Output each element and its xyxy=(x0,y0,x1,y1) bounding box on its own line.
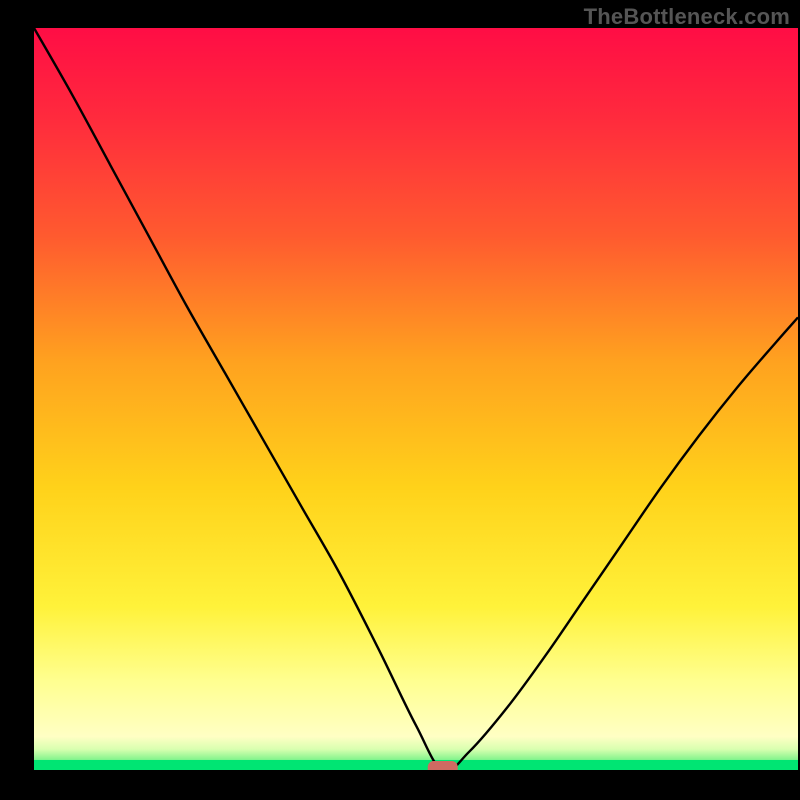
green-band xyxy=(34,760,798,770)
plot-background xyxy=(34,28,798,770)
attribution-text: TheBottleneck.com xyxy=(584,4,790,30)
frame-mask-bottom xyxy=(0,770,800,800)
chart-frame: TheBottleneck.com xyxy=(0,0,800,800)
bottleneck-chart xyxy=(0,0,800,800)
frame-mask-left xyxy=(0,0,34,800)
